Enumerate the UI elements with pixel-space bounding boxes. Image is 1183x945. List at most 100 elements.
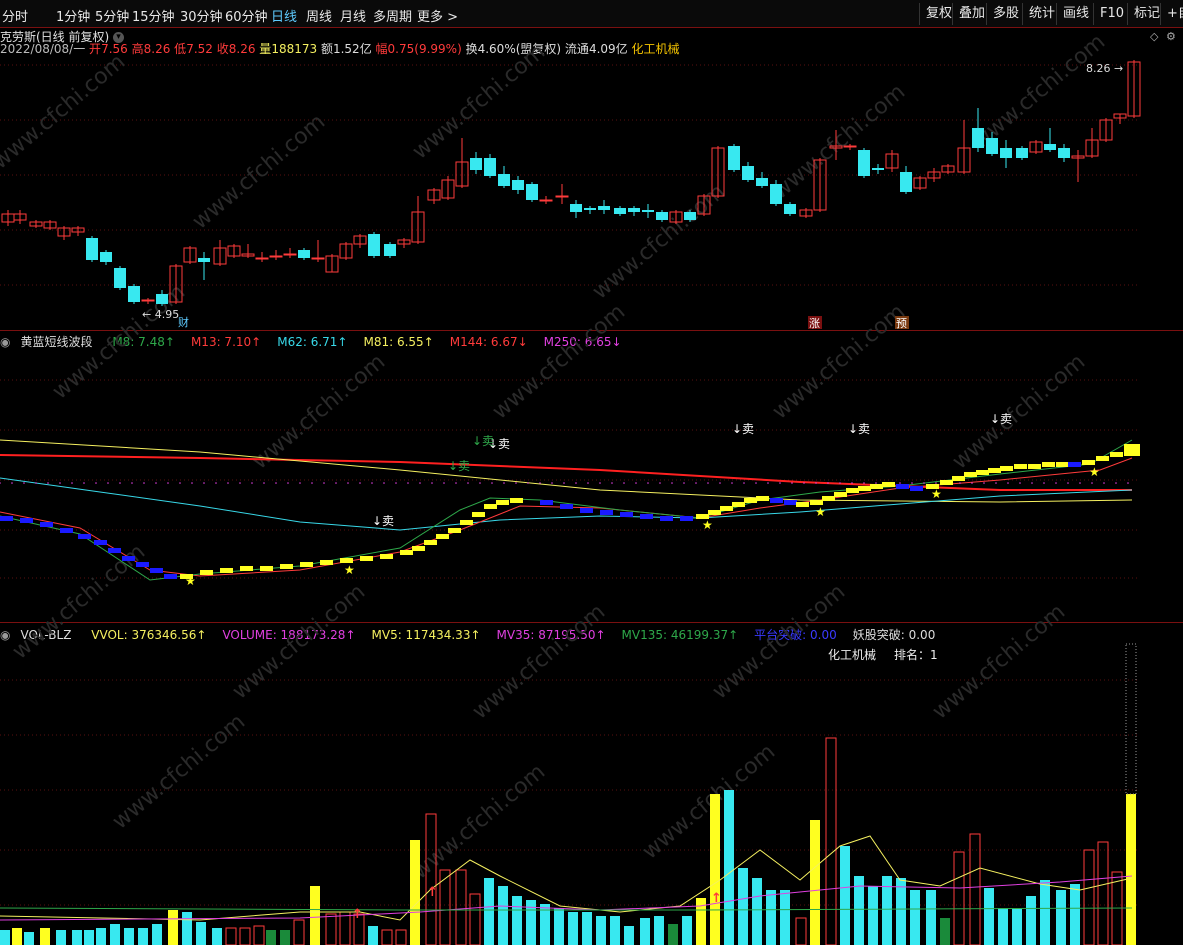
m250-dot <box>827 482 829 484</box>
m250-dot <box>755 482 757 484</box>
wave-step <box>580 508 593 513</box>
m250-dot <box>767 482 769 484</box>
volume-bar <box>998 908 1008 945</box>
volume-bar <box>654 916 664 945</box>
wave-step <box>1068 462 1081 467</box>
m250-dot <box>551 482 553 484</box>
wave-step <box>822 496 835 501</box>
volume-bar <box>0 930 10 945</box>
wave-step <box>660 516 673 521</box>
m250-dot <box>71 482 73 484</box>
m250-dot <box>323 482 325 484</box>
m250-dot <box>899 482 901 484</box>
volume-bar <box>368 926 378 945</box>
buy-star-icon: ★ <box>1089 465 1100 479</box>
m250-dot <box>419 482 421 484</box>
m250-dot <box>707 482 709 484</box>
volume-bar <box>1056 890 1066 945</box>
m250-dot <box>623 482 625 484</box>
m250-dot <box>251 482 253 484</box>
watermark-text: www.cfchi.com <box>408 759 550 884</box>
watermark-text: www.cfchi.com <box>248 349 390 474</box>
wave-step <box>846 488 859 493</box>
wave-step <box>834 492 847 497</box>
volume-bar <box>225 927 237 945</box>
volume-bar <box>810 820 820 945</box>
m250-dot <box>743 482 745 484</box>
wave-step <box>680 516 693 521</box>
candle-body <box>498 174 510 186</box>
candle-body <box>298 250 310 258</box>
wave-step <box>756 496 769 501</box>
candle-body <box>368 234 380 256</box>
m250-dot <box>515 482 517 484</box>
buy-star-icon: ★ <box>344 563 355 577</box>
volume-bar <box>1040 880 1050 945</box>
watermark-text: www.cfchi.com <box>588 179 730 304</box>
watermark-text: www.cfchi.com <box>638 739 780 864</box>
limit-up-tag: 涨 <box>809 317 820 330</box>
candle-body <box>858 150 870 176</box>
volume-bar <box>293 919 305 945</box>
wave-step <box>240 566 253 571</box>
m250-dot <box>959 482 961 484</box>
buy-star-icon: ★ <box>931 487 942 501</box>
watermark-text: www.cfchi.com <box>468 599 610 724</box>
m250-dot <box>935 482 937 484</box>
m250-dot <box>527 482 529 484</box>
candle-body <box>972 128 984 148</box>
volume-bar <box>596 916 606 945</box>
m250-dot <box>167 482 169 484</box>
kline-chart-canvas[interactable]: www.cfchi.com www.cfchi.comwww.cfchi.comw… <box>0 0 1183 945</box>
m250-dot <box>395 482 397 484</box>
m250-dot <box>143 482 145 484</box>
m250-dot <box>47 482 49 484</box>
volume-bar <box>196 922 206 945</box>
m250-dot <box>803 482 805 484</box>
m250-dot <box>0 482 1 484</box>
wave-step <box>1056 462 1069 467</box>
m250-dot <box>719 482 721 484</box>
candle-body <box>900 172 912 192</box>
m250-dot <box>1007 482 1009 484</box>
candle-body <box>642 210 654 212</box>
m250-dot <box>311 482 313 484</box>
sell-signal: ↓卖 <box>848 422 870 436</box>
candle-body <box>628 208 640 212</box>
wave-step <box>940 480 953 485</box>
wave-step <box>1124 444 1140 456</box>
wave-step <box>412 546 425 551</box>
volume-bar <box>138 928 148 945</box>
m250-dot <box>203 482 205 484</box>
volume-bar <box>168 910 178 945</box>
m250-dot <box>11 482 13 484</box>
m250-dot <box>407 482 409 484</box>
m250-dot <box>443 482 445 484</box>
m250-dot <box>599 482 601 484</box>
m250-dot <box>431 482 433 484</box>
candle-body <box>539 199 553 202</box>
volume-bar <box>582 912 592 945</box>
wave-step <box>784 500 797 505</box>
wave-step <box>510 498 523 503</box>
low-price-marker: ← 4.95 <box>142 308 179 321</box>
wave-step <box>858 486 871 491</box>
candle-body <box>584 208 596 210</box>
wave-step <box>640 514 653 519</box>
m250-dot <box>647 482 649 484</box>
m250-dot <box>35 482 37 484</box>
m250-dot <box>83 482 85 484</box>
candle-body <box>269 255 283 258</box>
volume-bar <box>554 908 564 945</box>
wave-step <box>150 568 163 573</box>
volume-bar <box>280 930 290 945</box>
m250-dot <box>23 482 25 484</box>
watermark-text: www.cfchi.com <box>968 29 1110 154</box>
wave-step <box>964 472 977 477</box>
wave-step <box>136 562 149 567</box>
volume-bar <box>212 928 222 945</box>
m250-dot <box>491 482 493 484</box>
wave-step <box>424 540 437 545</box>
m250-dot <box>191 482 193 484</box>
volume-bar <box>455 869 467 945</box>
